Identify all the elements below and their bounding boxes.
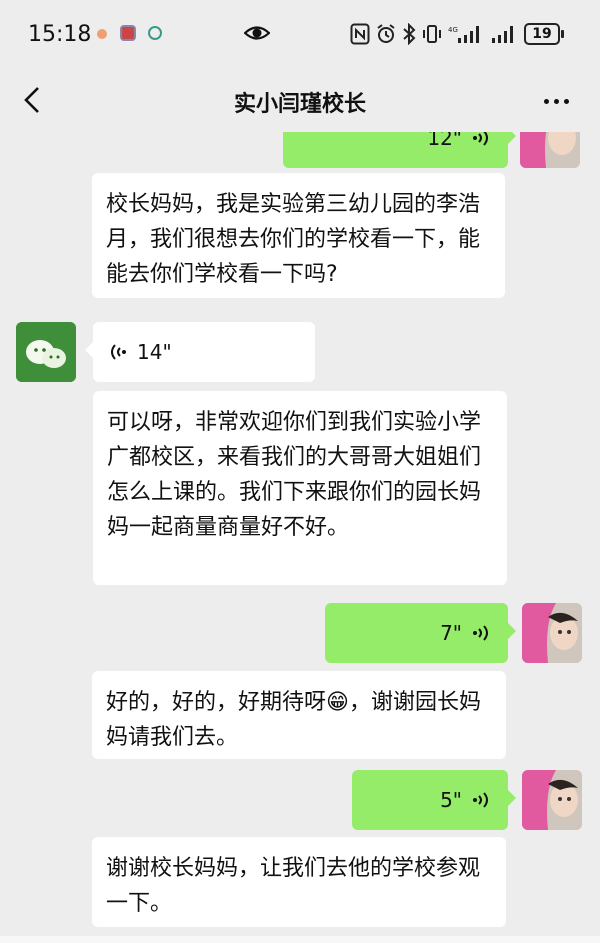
voice-wave-icon (111, 344, 126, 360)
chat-title: 实小闫瑾校长 (233, 92, 366, 117)
signal-icon-2 (492, 26, 513, 43)
svg-text:4G: 4G (448, 26, 458, 34)
signal-icon: 4G (448, 26, 479, 43)
more-dots-icon[interactable] (536, 86, 576, 116)
nfc-icon (350, 23, 370, 45)
voice-wave-icon (473, 625, 488, 641)
emoji-grin-icon: 😁 (326, 690, 349, 715)
voice-wave-icon (473, 132, 488, 146)
voice-duration: 12" (427, 132, 462, 150)
status-icons: 4G (350, 20, 518, 48)
bottom-edge (0, 936, 600, 943)
status-time: 15:18 (28, 22, 92, 47)
avatar-user[interactable] (522, 603, 582, 663)
app-notification-icon (120, 25, 136, 41)
alarm-icon (377, 24, 395, 43)
avatar-user[interactable] (520, 132, 580, 168)
battery-icon: 19 (524, 23, 560, 45)
avatar-contact[interactable] (16, 322, 76, 382)
voice-transcript: 可以呀，非常欢迎你们到我们实验小学广都校区，来看我们的大哥哥大姐姐们怎么上课的。… (93, 391, 507, 585)
voice-message-outgoing[interactable]: 12" (283, 132, 516, 168)
avatar-user[interactable] (522, 770, 582, 830)
voice-duration: 5" (440, 788, 462, 812)
voice-wave-icon (473, 792, 488, 808)
status-bar: 15:18 4G 19 (0, 0, 600, 68)
voice-transcript: 好的，好的，好期待呀😁，谢谢园长妈妈请我们去。 (92, 671, 506, 759)
notification-dot-icon (97, 29, 107, 39)
bluetooth-icon (403, 23, 416, 45)
voice-message-outgoing[interactable]: 5" (352, 770, 516, 830)
voice-duration: 14" (137, 340, 172, 364)
voice-message-incoming[interactable]: 14" (85, 322, 315, 382)
wechat-avatar-icon (16, 322, 76, 382)
eye-icon (244, 26, 270, 40)
chat-area[interactable]: 12" 校长妈妈，我是实验第三幼儿园的李浩月，我们很想去你们的学校看一下，能能去… (0, 132, 600, 943)
vibrate-icon (423, 25, 441, 43)
voice-transcript: 谢谢校长妈妈，让我们去他的学校参观一下。 (92, 837, 506, 927)
app-notification-icon-2 (148, 26, 162, 40)
voice-duration: 7" (440, 621, 462, 645)
voice-transcript: 校长妈妈，我是实验第三幼儿园的李浩月，我们很想去你们的学校看一下，能能去你们学校… (92, 173, 505, 298)
battery-tip (561, 30, 564, 38)
voice-message-outgoing[interactable]: 7" (325, 603, 516, 663)
nav-bar: 实小闫瑾校长 (0, 68, 600, 132)
